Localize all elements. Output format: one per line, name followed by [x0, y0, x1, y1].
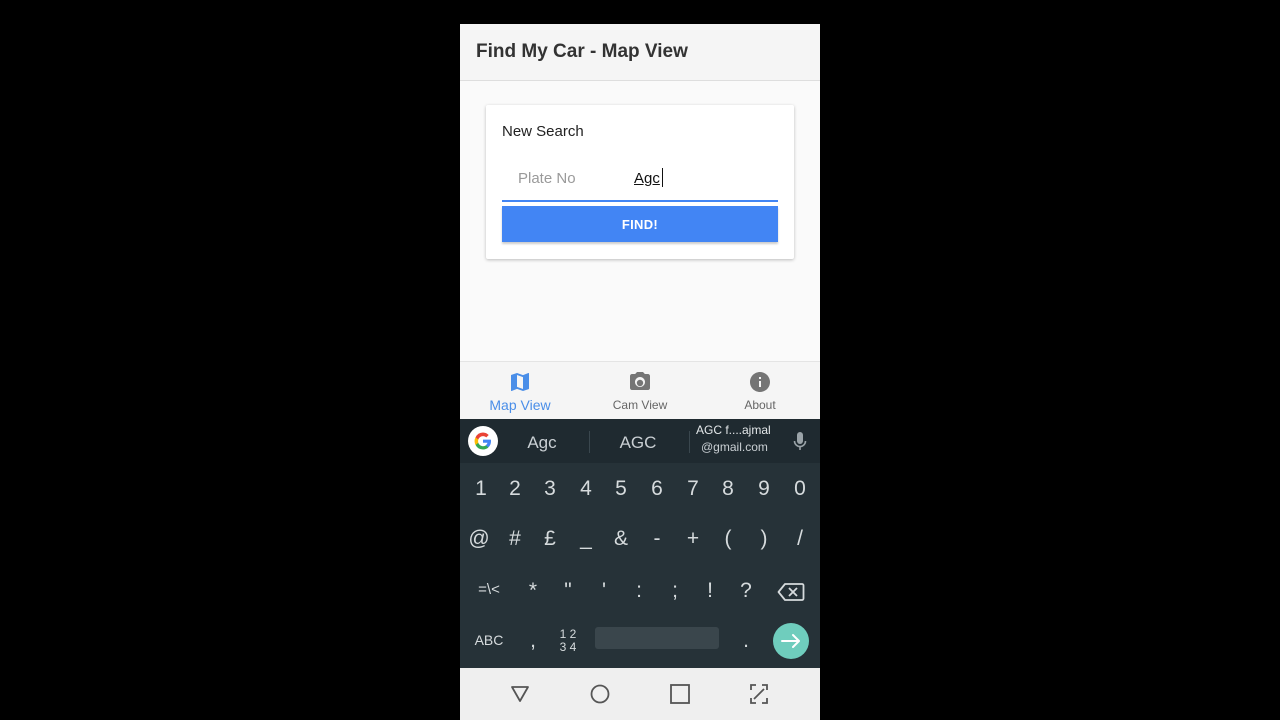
- recents-icon[interactable]: [650, 668, 710, 720]
- search-card: New Search Plate No FIND!: [486, 105, 794, 259]
- home-icon[interactable]: [570, 668, 630, 720]
- key-3[interactable]: 3: [533, 477, 567, 501]
- key-double-quote[interactable]: ": [551, 579, 585, 603]
- key-asterisk[interactable]: *: [516, 579, 550, 603]
- card-title: New Search: [502, 123, 584, 140]
- key-4[interactable]: 4: [569, 477, 603, 501]
- key-abc[interactable]: ABC: [471, 632, 507, 648]
- find-button[interactable]: FIND!: [502, 206, 778, 242]
- tab-map-view[interactable]: Map View: [460, 362, 580, 420]
- page-title: Find My Car - Map View: [476, 41, 688, 62]
- space-key[interactable]: [595, 627, 719, 649]
- text-cursor: [662, 168, 663, 187]
- suggestion-3-line2[interactable]: @gmail.com: [701, 440, 768, 454]
- numpad-bottom: 3 4: [559, 640, 577, 654]
- key-pound[interactable]: £: [533, 527, 567, 551]
- app-bar: Find My Car - Map View: [460, 24, 820, 81]
- key-close-paren[interactable]: ): [747, 527, 781, 551]
- main-content: New Search Plate No FIND!: [460, 81, 820, 361]
- key-2[interactable]: 2: [498, 477, 532, 501]
- key-slash[interactable]: /: [783, 527, 817, 551]
- suggestion-strip: Agc AGC AGC f....ajmal @gmail.com: [460, 419, 820, 463]
- key-minus[interactable]: -: [640, 527, 674, 551]
- key-colon[interactable]: :: [622, 579, 656, 603]
- suggestion-1[interactable]: Agc: [512, 433, 572, 453]
- key-numpad[interactable]: 1 2 3 4: [556, 628, 580, 654]
- key-semicolon[interactable]: ;: [658, 579, 692, 603]
- plate-input[interactable]: [634, 167, 774, 189]
- rotate-screen-icon[interactable]: [729, 668, 789, 720]
- plate-label: Plate No: [518, 170, 576, 187]
- map-icon: [511, 373, 529, 391]
- tab-about[interactable]: About: [700, 362, 820, 420]
- key-8[interactable]: 8: [711, 477, 745, 501]
- tab-label: Cam View: [612, 398, 668, 412]
- key-7[interactable]: 7: [676, 477, 710, 501]
- key-9[interactable]: 9: [747, 477, 781, 501]
- google-g-icon: [474, 432, 491, 450]
- key-hash[interactable]: #: [498, 527, 532, 551]
- divider: [689, 431, 690, 453]
- key-comma[interactable]: ,: [516, 629, 550, 653]
- system-navigation-bar: [460, 668, 820, 720]
- key-question[interactable]: ?: [729, 579, 763, 603]
- phone-screen: Find My Car - Map View New Search Plate …: [460, 24, 820, 720]
- key-5[interactable]: 5: [604, 477, 638, 501]
- suggestion-3-line1[interactable]: AGC f....ajmal: [696, 423, 771, 437]
- key-6[interactable]: 6: [640, 477, 674, 501]
- backspace-icon[interactable]: [777, 582, 805, 602]
- soft-keyboard: Agc AGC AGC f....ajmal @gmail.com 1 2 3 …: [460, 419, 820, 668]
- key-1[interactable]: 1: [464, 477, 498, 501]
- key-more-symbols[interactable]: =\<: [472, 581, 506, 598]
- key-single-quote[interactable]: ': [587, 579, 621, 603]
- key-underscore[interactable]: _: [569, 527, 603, 551]
- back-icon[interactable]: [490, 668, 550, 720]
- divider: [589, 431, 590, 453]
- key-0[interactable]: 0: [783, 477, 817, 501]
- key-ampersand[interactable]: &: [604, 527, 638, 551]
- enter-key[interactable]: [773, 623, 809, 659]
- info-icon: [750, 372, 770, 392]
- camera-icon: [630, 372, 650, 390]
- tab-cam-view[interactable]: Cam View: [580, 362, 700, 420]
- arrow-right-icon: [781, 634, 800, 648]
- tab-label: About: [744, 398, 776, 412]
- key-at[interactable]: @: [462, 527, 496, 551]
- suggestion-2[interactable]: AGC: [608, 433, 668, 453]
- key-open-paren[interactable]: (: [711, 527, 745, 551]
- key-exclamation[interactable]: !: [693, 579, 727, 603]
- key-period[interactable]: .: [729, 629, 763, 653]
- key-plus[interactable]: +: [676, 527, 710, 551]
- input-underline: [502, 200, 778, 202]
- microphone-icon[interactable]: [792, 431, 808, 453]
- tab-label: Map View: [489, 397, 551, 413]
- bottom-navigation: Map View Cam View About: [460, 361, 820, 420]
- google-icon[interactable]: [468, 426, 498, 456]
